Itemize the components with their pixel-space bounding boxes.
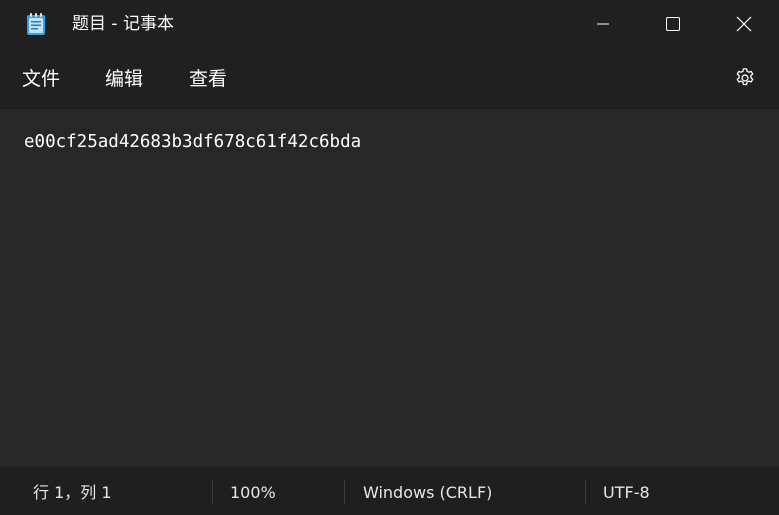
text-editor[interactable]: e00cf25ad42683b3df678c61f42c6bda	[0, 108, 779, 467]
menu-view[interactable]: 查看	[189, 66, 227, 92]
encoding[interactable]: UTF-8	[603, 482, 650, 504]
status-divider	[585, 480, 586, 504]
notepad-icon	[25, 12, 47, 36]
cursor-position[interactable]: 行 1，列 1	[33, 482, 112, 504]
settings-button[interactable]	[729, 64, 761, 96]
maximize-icon	[666, 17, 680, 31]
menu-file[interactable]: 文件	[22, 66, 60, 92]
close-icon	[736, 16, 752, 32]
gear-icon	[734, 67, 756, 93]
menu-bar: 文件 编辑 查看	[0, 48, 779, 108]
maximize-button[interactable]	[638, 0, 708, 48]
zoom-level[interactable]: 100%	[230, 482, 276, 504]
minimize-button[interactable]	[568, 0, 638, 48]
editor-content[interactable]: e00cf25ad42683b3df678c61f42c6bda	[24, 130, 361, 154]
status-divider	[212, 480, 213, 504]
close-button[interactable]	[709, 0, 779, 48]
status-bar: 行 1，列 1 100% Windows (CRLF) UTF-8	[0, 467, 779, 515]
window-title: 题目 - 记事本	[72, 14, 174, 34]
title-bar[interactable]: 题目 - 记事本	[0, 0, 779, 48]
minimize-icon	[596, 17, 610, 31]
line-ending[interactable]: Windows (CRLF)	[363, 482, 492, 504]
status-divider	[344, 480, 345, 504]
menu-edit[interactable]: 编辑	[105, 66, 143, 92]
notepad-window: 题目 - 记事本 文件 编辑 查看 e00cf25ad42683b3df678c…	[0, 0, 779, 515]
